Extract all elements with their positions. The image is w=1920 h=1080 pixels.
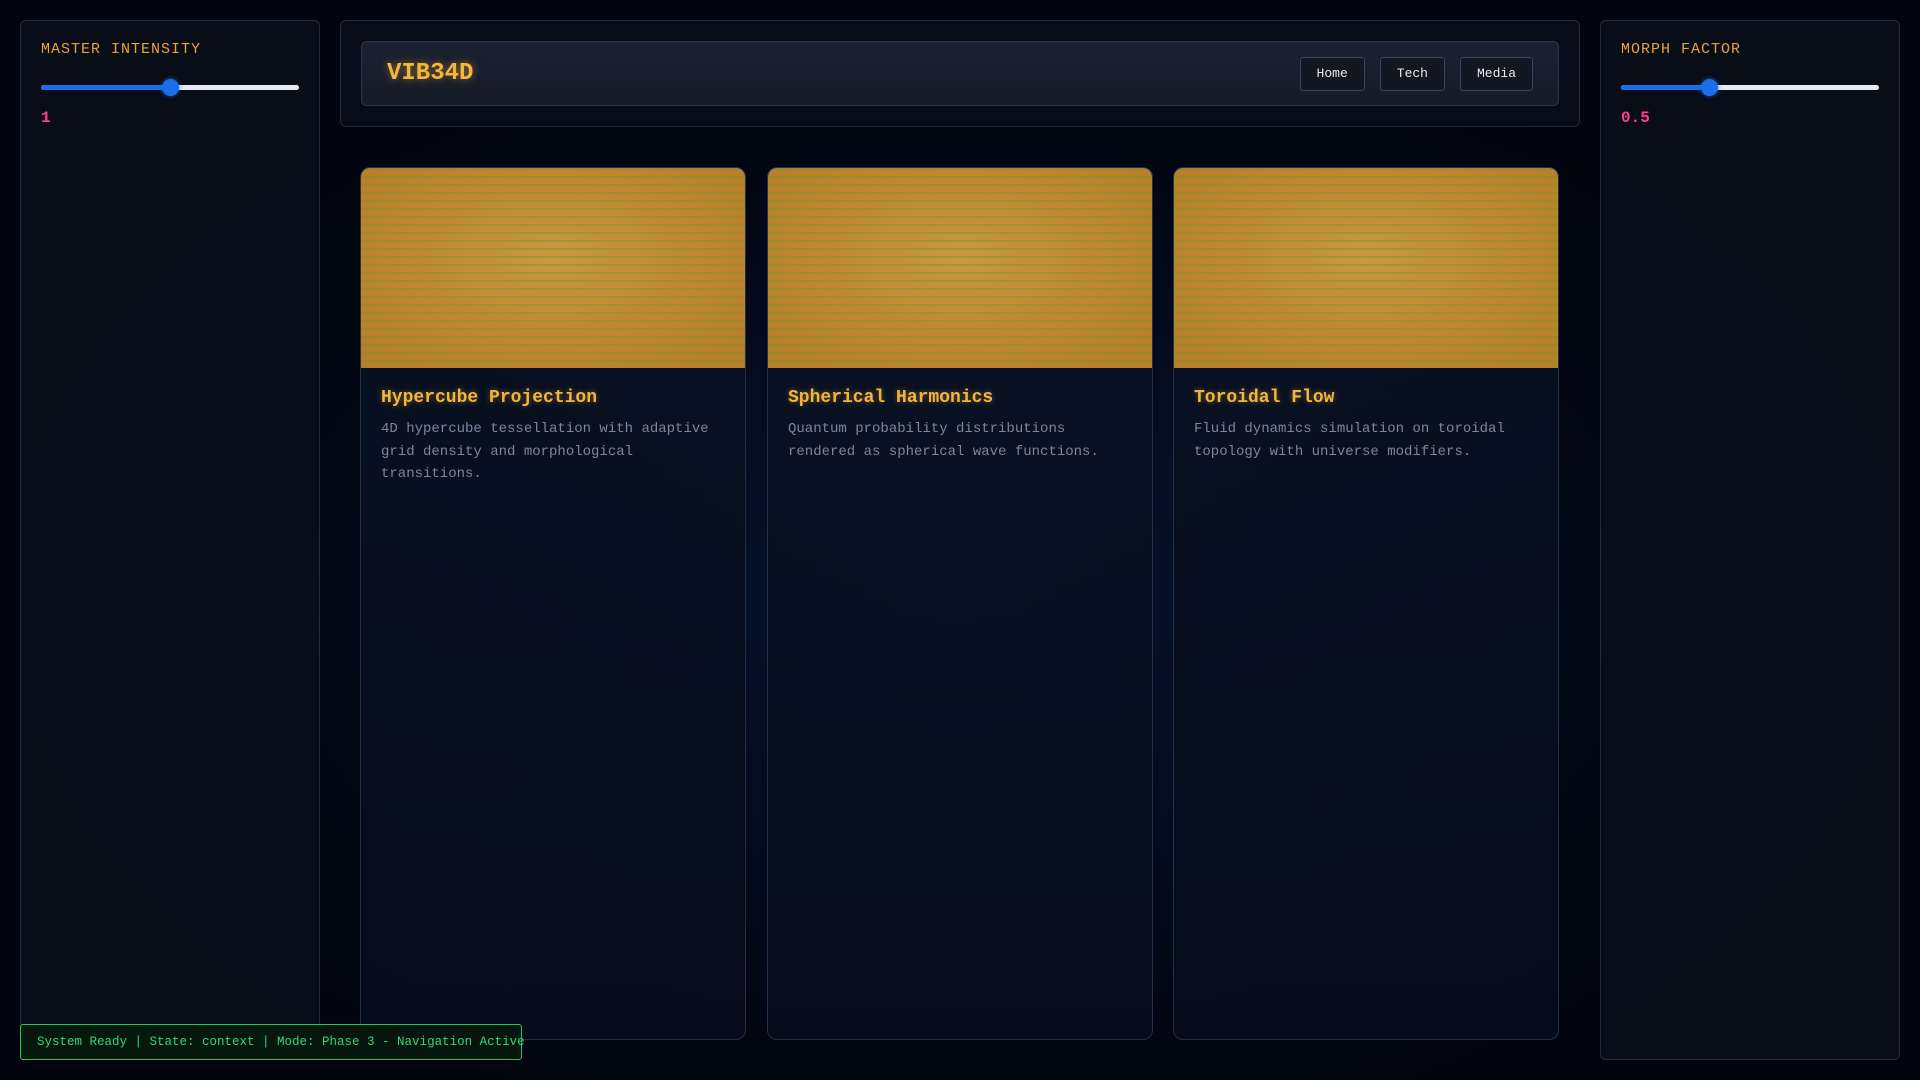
slider-fill — [41, 85, 170, 90]
status-bar: System Ready | State: context | Mode: Ph… — [20, 1024, 525, 1060]
brand-logo-text[interactable]: VIB34D — [387, 60, 473, 87]
master-intensity-value: 1 — [41, 109, 51, 127]
card-spherical-harmonics[interactable]: Spherical Harmonics Quantum probability … — [767, 167, 1153, 1040]
morph-factor-value: 0.5 — [1621, 109, 1650, 127]
card-hypercube-projection[interactable]: Hypercube Projection 4D hypercube tessel… — [360, 167, 746, 1040]
slider-fill — [1621, 85, 1709, 90]
master-intensity-panel: MASTER INTENSITY 1 — [20, 20, 320, 1060]
morph-factor-label: MORPH FACTOR — [1621, 41, 1742, 58]
master-intensity-label: MASTER INTENSITY — [41, 41, 202, 58]
nav-tech-button[interactable]: Tech — [1379, 57, 1445, 91]
nav-home-button[interactable]: Home — [1299, 57, 1365, 91]
card-visualizer — [768, 168, 1152, 368]
nav-media-button[interactable]: Media — [1459, 57, 1533, 91]
card-description: Quantum probability distributions render… — [788, 421, 1099, 460]
morph-factor-panel: MORPH FACTOR 0.5 — [1600, 20, 1900, 1060]
main-nav: Home Tech Media — [1299, 57, 1533, 91]
app-root: MASTER INTENSITY 1 VIB34D Home Tech Medi… — [0, 0, 1920, 1080]
card-title: Spherical Harmonics — [788, 388, 994, 408]
card-visualizer — [361, 168, 745, 368]
slider-thumb[interactable] — [162, 79, 179, 96]
card-description: Fluid dynamics simulation on toroidal to… — [1194, 421, 1505, 460]
header-container: VIB34D Home Tech Media — [340, 20, 1580, 127]
card-toroidal-flow[interactable]: Toroidal Flow Fluid dynamics simulation … — [1173, 167, 1559, 1040]
card-visualizer — [1174, 168, 1558, 368]
slider-thumb[interactable] — [1700, 79, 1718, 96]
header-bar: VIB34D Home Tech Media — [361, 41, 1559, 106]
card-description: 4D hypercube tessellation with adaptive … — [381, 421, 709, 482]
master-intensity-slider[interactable] — [41, 76, 299, 100]
card-title: Hypercube Projection — [381, 388, 598, 408]
morph-factor-slider[interactable] — [1621, 76, 1879, 100]
card-title: Toroidal Flow — [1194, 388, 1335, 408]
